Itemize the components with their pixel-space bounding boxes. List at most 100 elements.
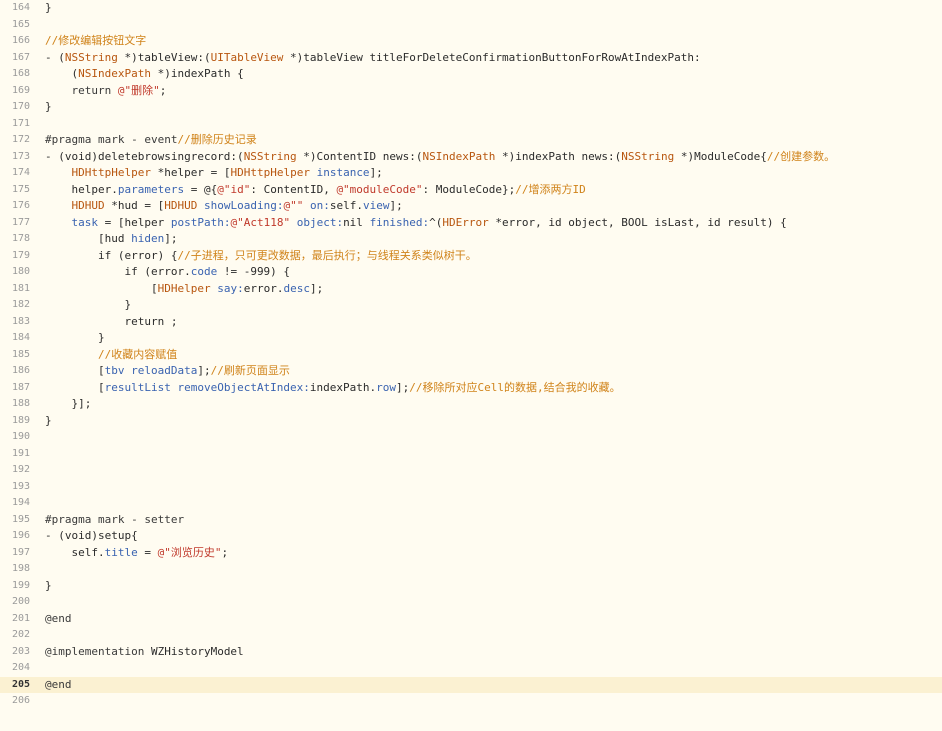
code-line[interactable]: 196 - (void)setup{ <box>0 528 942 545</box>
code-token: [ <box>45 364 105 377</box>
code-line[interactable]: 206 <box>0 693 942 710</box>
code-line[interactable]: 176 HDHUD *hud = [HDHUD showLoading:@"" … <box>0 198 942 215</box>
code-line[interactable]: 200 <box>0 594 942 611</box>
code-line[interactable]: 193 <box>0 479 942 496</box>
code-text: } <box>45 578 52 595</box>
code-line[interactable]: 183 return ; <box>0 314 942 331</box>
code-token: [ <box>45 281 158 295</box>
code-text: return @"删除"; <box>45 83 166 100</box>
code-line[interactable]: 194 <box>0 495 942 512</box>
code-line[interactable]: 180 if (error.code != -999) { <box>0 264 942 281</box>
code-token: : ModuleCode}; <box>422 182 516 196</box>
line-number: 173 <box>11 150 30 162</box>
code-token: //收藏内容赋值 <box>45 347 178 361</box>
code-line[interactable]: 173- (void)deletebrowsingrecord:(NSStrin… <box>0 149 942 166</box>
code-line[interactable]: 182 } <box>0 297 942 314</box>
code-line[interactable]: 167 - (NSString *)tableView:(UITableView … <box>0 50 942 67</box>
code-text: if (error.code != -999) { <box>45 264 290 281</box>
line-number: 176 <box>11 200 30 211</box>
code-line[interactable]: 195 #pragma mark - setter <box>0 512 942 529</box>
code-token: } <box>45 298 132 311</box>
code-token: helper. <box>45 182 118 196</box>
code-token: *)indexPath { <box>150 67 244 80</box>
code-token: finished: <box>369 215 430 229</box>
code-token: - ( <box>45 50 65 64</box>
line-number: 195 <box>11 513 30 525</box>
line-number: 194 <box>11 497 30 508</box>
code-line[interactable]: 169 return @"删除"; <box>0 83 942 100</box>
code-text: [tbv reloadData];//刷新页面显示 <box>45 363 290 380</box>
code-text: - (void)setup{ <box>45 528 138 545</box>
code-token: HDError <box>442 215 489 229</box>
code-token: title <box>104 545 138 559</box>
code-editor[interactable]: 164} 165 166//修改编辑按钮文字 167- (NSString *)tab… <box>0 0 942 731</box>
code-line[interactable]: 187 [resultList removeObjectAtIndex:inde… <box>0 380 942 397</box>
code-token: removeObjectAtIndex: <box>177 380 310 394</box>
code-line[interactable]: 186 [tbv reloadData];//刷新页面显示 <box>0 363 942 380</box>
code-line[interactable]: 188 }]; <box>0 396 942 413</box>
code-text: HDHttpHelper *helper = [HDHttpHelper ins… <box>45 165 383 182</box>
code-line[interactable]: 205 @end <box>0 676 942 693</box>
line-number: 199 <box>11 579 30 591</box>
code-token: @end <box>45 677 72 691</box>
code-text: HDHUD *hud = [HDHUD showLoading:@"" on:s… <box>45 198 403 215</box>
code-line[interactable]: 165 <box>0 17 942 34</box>
code-line[interactable]: 171 <box>0 116 942 133</box>
line-number: 186 <box>11 365 30 376</box>
code-line[interactable]: 181 [HDHelper say:error.desc]; <box>0 281 942 298</box>
code-text: task = [helper postPath:@"Act118" object… <box>45 215 787 232</box>
code-line[interactable]: 191 <box>0 446 942 463</box>
code-line[interactable]: 174 HDHttpHelper *helper = [HDHttpHelper… <box>0 165 942 182</box>
code-token: NSIndexPath <box>78 67 151 80</box>
code-line[interactable]: 185 //收藏内容赋值 <box>0 347 942 364</box>
code-token: postPath: <box>170 215 231 229</box>
code-token: if (error) { <box>45 248 178 262</box>
code-text: if (error) {//子进程，只可更改数据，最后执行；与线程关系类似树干。 <box>45 248 477 265</box>
line-number: 178 <box>11 233 30 244</box>
code-line[interactable]: 164} <box>0 0 942 17</box>
code-line[interactable]: 197 self.title = @"浏览历史"; <box>0 545 942 562</box>
code-token: reloadData <box>131 364 198 377</box>
code-token: resultList <box>104 380 171 394</box>
code-token: on: <box>309 199 330 212</box>
code-token: ]; <box>197 364 211 377</box>
code-token: @"Act118" <box>230 215 291 229</box>
code-token: *)tableView:( <box>117 50 211 64</box>
code-line[interactable]: 192 <box>0 462 942 479</box>
code-line[interactable]: 199} <box>0 578 942 595</box>
code-token: HDHelper <box>157 281 211 295</box>
code-line[interactable]: 166 //修改编辑按钮文字 <box>0 33 942 50</box>
code-token: NSString <box>64 50 118 64</box>
code-token: *)tableView titleForDeleteConfirmationBu… <box>283 50 701 64</box>
code-line[interactable]: 190 <box>0 429 942 446</box>
code-line[interactable]: 178 [hud hiden]; <box>0 231 942 248</box>
code-token: //增添两方ID <box>515 182 586 196</box>
code-line[interactable]: 172 #pragma mark - event//删除历史记录 <box>0 132 942 149</box>
code-line[interactable]: 179 if (error) {//子进程，只可更改数据，最后执行；与线程关系类… <box>0 248 942 265</box>
code-line[interactable]: 177 task = [helper postPath:@"Act118" ob… <box>0 215 942 232</box>
code-line[interactable]: 204 <box>0 660 942 677</box>
code-line[interactable]: 201 @end <box>0 611 942 628</box>
code-line[interactable]: 175 helper.parameters = @{@"id": Content… <box>0 182 942 199</box>
code-line[interactable]: 189} <box>0 413 942 430</box>
code-line[interactable]: 202 <box>0 627 942 644</box>
code-line[interactable]: 170} <box>0 99 942 116</box>
code-token: != -999) { <box>217 265 291 278</box>
code-text: [resultList removeObjectAtIndex:indexPat… <box>45 380 621 397</box>
code-line[interactable]: 168 (NSIndexPath *)indexPath { <box>0 66 942 83</box>
code-line[interactable]: 203 @implementation WZHistoryModel <box>0 644 942 661</box>
code-text: (NSIndexPath *)indexPath { <box>45 66 244 83</box>
code-token: if (error. <box>45 265 191 278</box>
line-number: 202 <box>11 629 30 640</box>
line-number: 180 <box>11 266 30 277</box>
code-line[interactable]: 184 } <box>0 330 942 347</box>
code-token: ^( <box>429 215 443 229</box>
line-number: 171 <box>11 117 30 129</box>
code-token: view <box>362 199 390 212</box>
code-token: ]; <box>389 199 403 212</box>
code-line[interactable]: 198 <box>0 561 942 578</box>
line-number: 197 <box>11 546 30 558</box>
